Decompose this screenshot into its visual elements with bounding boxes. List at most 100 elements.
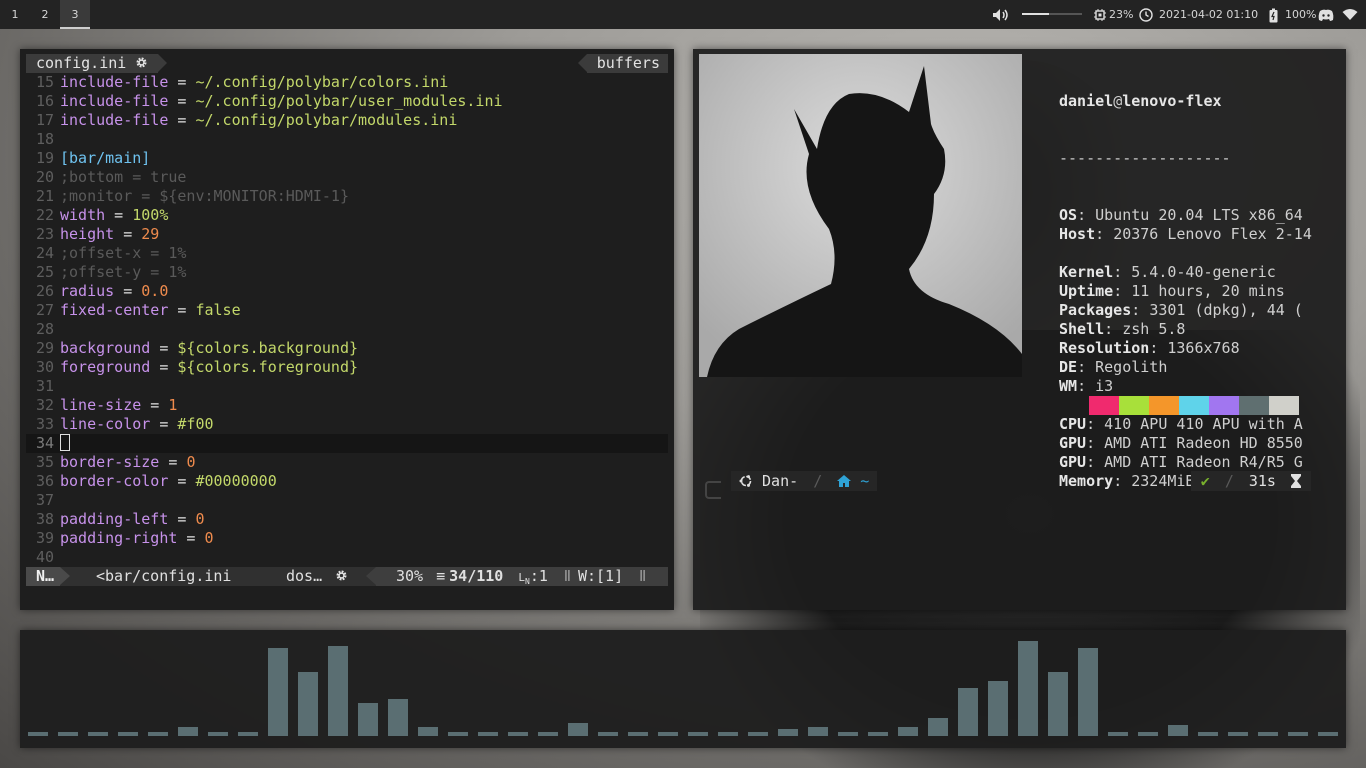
info-colon: : [1113, 263, 1132, 281]
config-operator: = [150, 415, 178, 433]
terminal-window[interactable]: daniel@lenovo-flex ------------------- O… [693, 49, 1346, 610]
line-number: 36 [35, 472, 54, 490]
visualizer-bar [1138, 731, 1158, 736]
config-operator: = [177, 529, 205, 547]
color-swatch [1149, 396, 1179, 415]
code-line[interactable]: 38 padding-left = 0 [26, 510, 668, 529]
code-line[interactable]: 33 line-color = #f00 [26, 415, 668, 434]
line-number: 39 [35, 529, 54, 547]
code-line[interactable]: 23 height = 29 [26, 225, 668, 244]
code-line[interactable]: 30 foreground = ${colors.foreground} [26, 358, 668, 377]
line-number: 16 [35, 92, 54, 110]
info-key: GPU [1059, 434, 1087, 452]
code-line[interactable]: 40 [26, 548, 668, 567]
config-operator: = [168, 111, 196, 129]
color-swatch [1269, 396, 1299, 415]
info-row: Resolution: 1366x768 [1059, 339, 1312, 358]
code-line[interactable]: 28 [26, 320, 668, 339]
code-line[interactable]: 15 include-file = ~/.config/polybar/color… [26, 73, 668, 92]
workspace-2[interactable]: 2 [30, 0, 60, 29]
fetch-host: lenovo-flex [1122, 92, 1222, 110]
info-colon: : [1113, 282, 1132, 300]
code-line[interactable]: 24 ;offset-x = 1% [26, 244, 668, 263]
code-line[interactable]: 18 [26, 130, 668, 149]
info-value: AMD ATI Radeon HD 8550 [1104, 434, 1303, 452]
audio-visualizer-window[interactable] [20, 630, 1346, 748]
status-filename: <bar/config.ini [96, 567, 232, 585]
code-line[interactable]: 19 [bar/main] [26, 149, 668, 168]
fetch-user: daniel [1059, 92, 1114, 110]
info-value: Regolith [1095, 358, 1168, 376]
config-operator: = [114, 225, 142, 243]
info-row: GPU: AMD ATI Radeon HD 8550 [1059, 434, 1312, 453]
info-value: 1366x768 [1167, 339, 1240, 357]
buffers-label[interactable]: buffers [577, 54, 668, 73]
config-value: 1 [168, 396, 178, 414]
code-line[interactable]: 21 ;monitor = ${env:MONITOR:HDMI-1} [26, 187, 668, 206]
config-key: padding-left [60, 510, 169, 528]
code-line[interactable]: 34 [26, 434, 668, 453]
visualizer-bar [1168, 725, 1188, 736]
info-value: 11 hours, 20 mins [1131, 282, 1285, 300]
code-line[interactable]: 35 border-size = 0 [26, 453, 668, 472]
info-value: AMD ATI Radeon R4/R5 G [1104, 453, 1303, 471]
line-number: 23 [35, 225, 54, 243]
config-key: border-color [60, 472, 169, 490]
workspace-1[interactable]: 1 [0, 0, 30, 29]
code-area[interactable]: 15 include-file = ~/.config/polybar/color… [26, 73, 668, 567]
code-line[interactable]: 37 [26, 491, 668, 510]
visualizer-bar [1288, 731, 1308, 736]
volume-slider[interactable] [1022, 13, 1082, 15]
code-line[interactable]: 26 radius = 0.0 [26, 282, 668, 301]
code-line[interactable]: 20 ;bottom = true [26, 168, 668, 187]
datetime[interactable]: 2021-04-02 01:10 [1159, 0, 1258, 29]
code-line[interactable]: 36 border-color = #00000000 [26, 472, 668, 491]
info-key: Resolution [1059, 339, 1150, 357]
separator-icon: ǁ [562, 567, 572, 585]
visualizer-bar [508, 731, 528, 736]
separator-icon: ǁ [638, 567, 648, 585]
prompt-separator: / [1224, 472, 1234, 490]
config-key: include-file [60, 111, 169, 129]
gear-icon [336, 570, 347, 581]
code-line[interactable]: 27 fixed-center = false [26, 301, 668, 320]
config-key: include-file [60, 92, 169, 110]
discord-icon[interactable] [1318, 0, 1334, 29]
command-duration: 31s [1248, 472, 1276, 490]
fetch-avatar-image [699, 54, 1022, 377]
config-operator: = [150, 358, 178, 376]
column-icon: LN [518, 571, 530, 587]
info-key: Packages [1059, 301, 1132, 319]
status-percent: 30% [396, 567, 424, 585]
config-value: 0 [195, 510, 205, 528]
volume-icon[interactable] [992, 0, 1010, 29]
code-line[interactable]: 25 ;offset-y = 1% [26, 263, 668, 282]
wifi-icon[interactable] [1342, 0, 1358, 29]
visualizer-bar [538, 731, 558, 736]
config-operator: = [168, 92, 196, 110]
code-line[interactable]: 22 width = 100% [26, 206, 668, 225]
code-line[interactable]: 39 padding-right = 0 [26, 529, 668, 548]
config-operator: = [159, 453, 187, 471]
line-number: 34 [35, 434, 54, 452]
color-swatch [1089, 396, 1119, 415]
workspace-3[interactable]: 3 [60, 0, 90, 29]
code-line[interactable]: 31 [26, 377, 668, 396]
code-line[interactable]: 29 background = ${colors.background} [26, 339, 668, 358]
visualizer-bar [1228, 731, 1248, 736]
editor-window[interactable]: config.ini buffers 15 include-file = ~/.c… [20, 49, 674, 610]
config-value: 100% [132, 206, 169, 224]
config-value: 0 [204, 529, 214, 547]
shell-prompt[interactable]: Dan- / ~ ✔ / 31s [705, 471, 1325, 499]
tab-config-ini[interactable]: config.ini [26, 54, 168, 73]
code-line[interactable]: 32 line-size = 1 [26, 396, 668, 415]
code-line[interactable]: 17 include-file = ~/.config/polybar/modul… [26, 111, 668, 130]
line-number: 35 [35, 453, 54, 471]
info-colon: : [1077, 206, 1096, 224]
status-encoding: dos… [286, 567, 348, 586]
info-value: 5.4.0-40-generic [1131, 263, 1276, 281]
visualizer-bar [418, 727, 438, 736]
code-line[interactable]: 16 include-file = ~/.config/polybar/user_… [26, 92, 668, 111]
info-key: GPU [1059, 453, 1087, 471]
visualizer-bar [28, 731, 48, 736]
